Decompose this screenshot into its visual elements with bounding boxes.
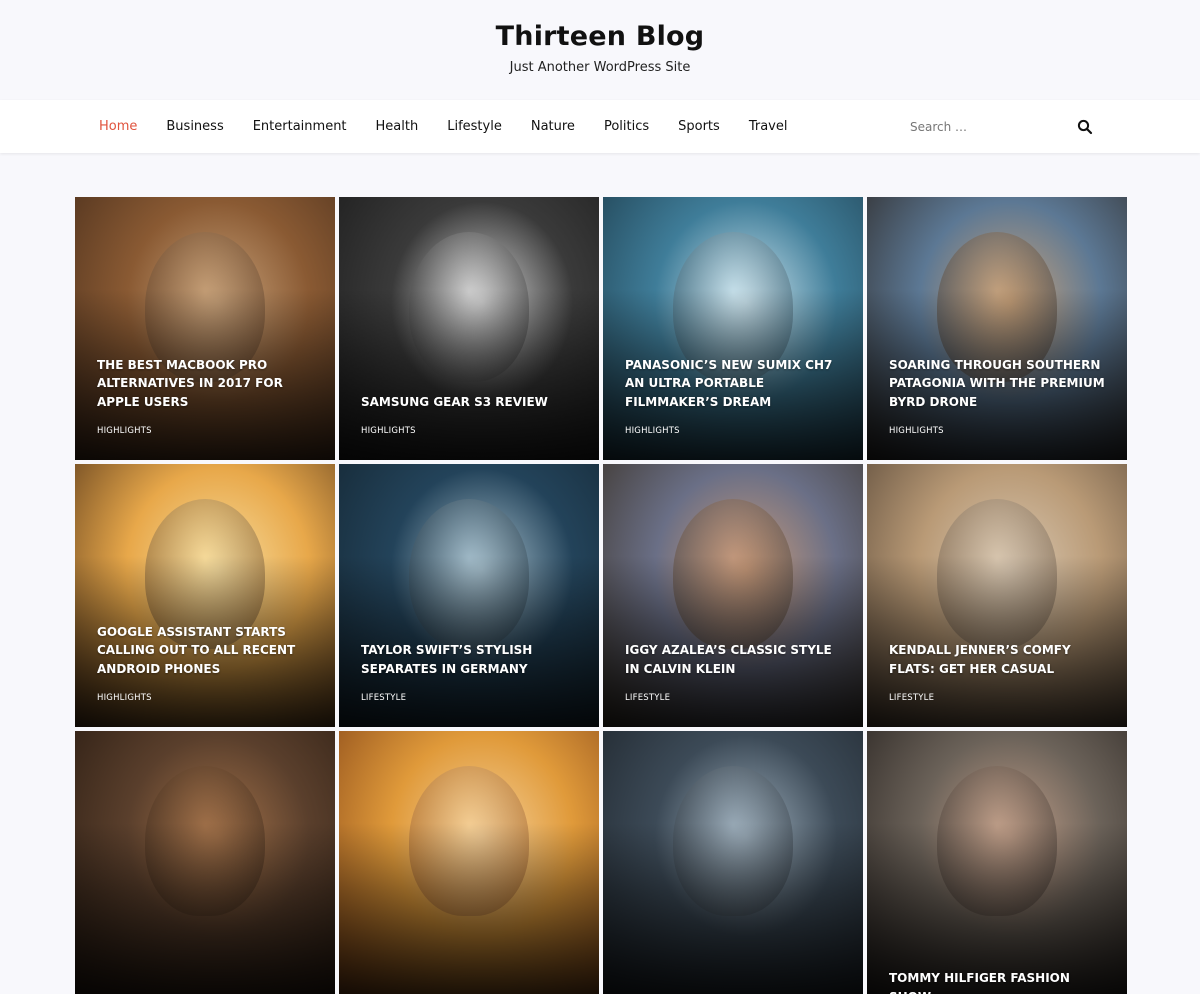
post-card[interactable]: Kendall Jenner’s Comfy Flats: Get Her Ca… xyxy=(867,464,1127,727)
nav-item-lifestyle[interactable]: Lifestyle xyxy=(447,119,502,134)
post-title[interactable]: Panasonic’s New Sumix CH7 an Ultra Porta… xyxy=(625,356,843,412)
post-card[interactable] xyxy=(339,731,599,994)
post-title[interactable]: Iggy Azalea’s Classic Style in Calvin Kl… xyxy=(625,641,843,678)
search-icon[interactable] xyxy=(1077,119,1093,135)
post-title[interactable]: Taylor Swift’s Stylish Separates in Germ… xyxy=(361,641,579,678)
post-title[interactable]: Google Assistant Starts Calling Out to A… xyxy=(97,623,315,679)
card-caption: Soaring Through Southern Patagonia with … xyxy=(889,356,1107,437)
nav-menu: Home Business Entertainment Health Lifes… xyxy=(99,100,816,153)
post-title[interactable]: Samsung Gear S3 Review xyxy=(361,393,579,412)
card-overlay xyxy=(603,731,863,994)
post-card[interactable] xyxy=(603,731,863,994)
post-card[interactable]: Panasonic’s New Sumix CH7 an Ultra Porta… xyxy=(603,197,863,460)
post-category[interactable]: Lifestyle xyxy=(889,693,1107,703)
post-category[interactable]: Highlights xyxy=(97,693,315,703)
post-card[interactable]: Taylor Swift’s Stylish Separates in Germ… xyxy=(339,464,599,727)
nav-item-entertainment[interactable]: Entertainment xyxy=(253,119,347,134)
post-card[interactable]: Tommy Hilfiger Fashion Show xyxy=(867,731,1127,994)
nav-item-sports[interactable]: Sports xyxy=(678,119,720,134)
search-form xyxy=(898,109,1103,145)
post-title[interactable]: Kendall Jenner’s Comfy Flats: Get Her Ca… xyxy=(889,641,1107,678)
post-category[interactable]: Highlights xyxy=(625,426,843,436)
card-overlay xyxy=(339,731,599,994)
card-overlay xyxy=(867,731,1127,994)
post-category[interactable]: Lifestyle xyxy=(361,693,579,703)
search-input[interactable] xyxy=(898,120,1058,134)
card-caption: Panasonic’s New Sumix CH7 an Ultra Porta… xyxy=(625,356,843,437)
nav-item-travel[interactable]: Travel xyxy=(749,119,788,134)
site-header: Thirteen Blog Just Another WordPress Sit… xyxy=(0,0,1200,100)
card-caption: The Best MacBook Pro Alternatives in 201… xyxy=(97,356,315,437)
nav-item-politics[interactable]: Politics xyxy=(604,119,649,134)
nav-item-health[interactable]: Health xyxy=(376,119,419,134)
card-overlay xyxy=(75,731,335,994)
post-card[interactable]: Google Assistant Starts Calling Out to A… xyxy=(75,464,335,727)
post-title[interactable]: Soaring Through Southern Patagonia with … xyxy=(889,356,1107,412)
post-category[interactable]: Highlights xyxy=(889,426,1107,436)
site-title[interactable]: Thirteen Blog xyxy=(0,21,1200,52)
post-category[interactable]: Lifestyle xyxy=(625,693,843,703)
nav-item-nature[interactable]: Nature xyxy=(531,119,575,134)
post-title[interactable]: Tommy Hilfiger Fashion Show xyxy=(889,969,1107,994)
nav-item-home[interactable]: Home xyxy=(99,119,137,134)
card-caption: Samsung Gear S3 Review Highlights xyxy=(361,393,579,437)
main-navigation: Home Business Entertainment Health Lifes… xyxy=(0,100,1200,153)
post-card[interactable]: Iggy Azalea’s Classic Style in Calvin Kl… xyxy=(603,464,863,727)
card-caption: Iggy Azalea’s Classic Style in Calvin Kl… xyxy=(625,641,843,703)
post-card[interactable] xyxy=(75,731,335,994)
post-title[interactable]: The Best MacBook Pro Alternatives in 201… xyxy=(97,356,315,412)
post-card[interactable]: Samsung Gear S3 Review Highlights xyxy=(339,197,599,460)
post-category[interactable]: Highlights xyxy=(361,426,579,436)
post-category[interactable]: Highlights xyxy=(97,426,315,436)
card-caption: Kendall Jenner’s Comfy Flats: Get Her Ca… xyxy=(889,641,1107,703)
post-card[interactable]: The Best MacBook Pro Alternatives in 201… xyxy=(75,197,335,460)
card-caption: Tommy Hilfiger Fashion Show xyxy=(889,969,1107,994)
posts-grid: The Best MacBook Pro Alternatives in 201… xyxy=(75,197,1127,994)
site-tagline: Just Another WordPress Site xyxy=(509,60,691,75)
nav-item-business[interactable]: Business xyxy=(166,119,223,134)
card-caption: Taylor Swift’s Stylish Separates in Germ… xyxy=(361,641,579,703)
post-card[interactable]: Soaring Through Southern Patagonia with … xyxy=(867,197,1127,460)
card-caption: Google Assistant Starts Calling Out to A… xyxy=(97,623,315,704)
